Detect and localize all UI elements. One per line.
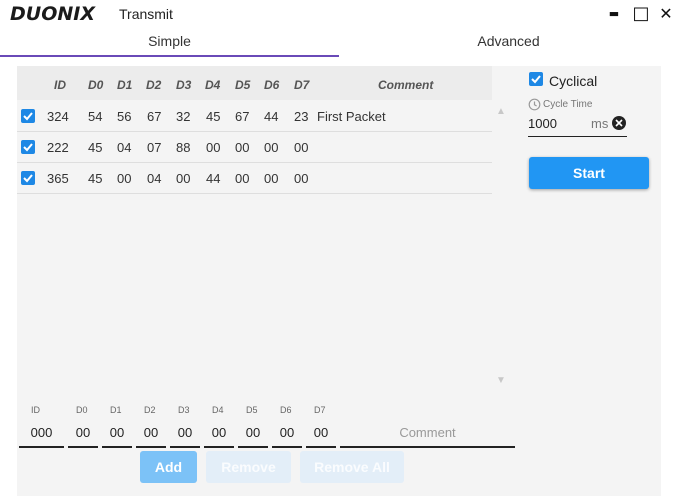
label-d7: D7 (314, 405, 326, 415)
cycle-time-unit: ms (591, 116, 609, 131)
cell-d1: 56 (117, 109, 132, 124)
cell-d4: 44 (206, 171, 221, 186)
d0-input[interactable]: 00 (68, 418, 98, 448)
clear-icon[interactable] (612, 116, 626, 130)
d1-input[interactable]: 00 (102, 418, 132, 448)
cell-d4: 45 (206, 109, 221, 124)
table-row[interactable]: 222 45 04 07 88 00 00 00 00 (17, 132, 492, 163)
tab-simple[interactable]: Simple (0, 28, 339, 58)
add-button[interactable]: Add (140, 451, 197, 483)
cell-d2: 07 (147, 140, 162, 155)
cell-d3: 88 (176, 140, 191, 155)
d7-input[interactable]: 00 (306, 418, 336, 448)
cell-d7: 00 (294, 140, 309, 155)
tab-bar: Simple Advanced (0, 28, 678, 58)
remove-button[interactable]: Remove (206, 451, 291, 483)
label-d3: D3 (178, 405, 190, 415)
cell-d5: 00 (235, 140, 250, 155)
main-area: ID D0 D1 D2 D3 D4 D5 D6 D7 Comment 324 5… (0, 58, 678, 502)
column-header-d4: D4 (205, 78, 221, 92)
cell-d6: 00 (264, 140, 279, 155)
title-bar: DUONIX Transmit ▬ □ ✕ (0, 0, 678, 28)
cycle-time-value[interactable]: 1000 (528, 116, 557, 131)
column-header-d6: D6 (264, 78, 280, 92)
app-logo: DUONIX (10, 3, 95, 25)
cell-id: 324 (47, 109, 69, 124)
cell-d4: 00 (206, 140, 221, 155)
row-checkbox[interactable] (21, 171, 35, 185)
tab-advanced[interactable]: Advanced (339, 28, 678, 58)
remove-all-button[interactable]: Remove All (300, 451, 404, 483)
cell-d5: 67 (235, 109, 250, 124)
label-d5: D5 (246, 405, 258, 415)
window-title: Transmit (119, 6, 173, 22)
checkmark-icon (23, 112, 33, 121)
label-d0: D0 (76, 405, 88, 415)
cell-d7: 23 (294, 109, 309, 124)
d4-input[interactable]: 00 (204, 418, 234, 448)
cycle-time-label: Cycle Time (543, 99, 593, 110)
scroll-up-arrow-icon[interactable]: ▲ (495, 106, 507, 118)
close-button[interactable]: ✕ (656, 4, 676, 24)
checkmark-icon (23, 143, 33, 152)
d3-input[interactable]: 00 (170, 418, 200, 448)
id-input[interactable]: 000 (19, 418, 64, 448)
minimize-button[interactable]: ▬ (604, 4, 624, 24)
cell-d0: 45 (88, 171, 103, 186)
d5-input[interactable]: 00 (238, 418, 268, 448)
cell-d6: 44 (264, 109, 279, 124)
table-row[interactable]: 324 54 56 67 32 45 67 44 23 First Packet (17, 101, 492, 132)
table-header: ID D0 D1 D2 D3 D4 D5 D6 D7 Comment (17, 66, 492, 100)
d2-input[interactable]: 00 (136, 418, 166, 448)
column-header-comment: Comment (378, 78, 434, 92)
row-checkbox[interactable] (21, 140, 35, 154)
cell-comment: First Packet (317, 109, 386, 124)
column-header-d0: D0 (88, 78, 104, 92)
cell-d6: 00 (264, 171, 279, 186)
cell-d0: 54 (88, 109, 103, 124)
cell-id: 365 (47, 171, 69, 186)
scroll-down-arrow-icon[interactable]: ▼ (495, 375, 507, 387)
start-button[interactable]: Start (529, 157, 649, 189)
clock-icon (528, 98, 541, 111)
column-header-id: ID (54, 78, 66, 92)
checkmark-icon (23, 174, 33, 183)
cell-d0: 45 (88, 140, 103, 155)
label-d6: D6 (280, 405, 292, 415)
cell-id: 222 (47, 140, 69, 155)
cell-d1: 04 (117, 140, 132, 155)
active-tab-indicator (0, 55, 339, 57)
comment-input[interactable]: Comment (340, 418, 515, 448)
column-header-d7: D7 (294, 78, 310, 92)
label-d1: D1 (110, 405, 122, 415)
row-checkbox[interactable] (21, 109, 35, 123)
cell-d3: 32 (176, 109, 191, 124)
label-id: ID (31, 405, 40, 415)
maximize-button[interactable]: □ (631, 4, 651, 24)
cell-d3: 00 (176, 171, 191, 186)
checkmark-icon (531, 75, 541, 84)
transmit-panel: ID D0 D1 D2 D3 D4 D5 D6 D7 Comment 324 5… (17, 66, 661, 496)
label-d2: D2 (144, 405, 156, 415)
column-header-d1: D1 (117, 78, 133, 92)
cell-d2: 04 (147, 171, 162, 186)
cell-d1: 00 (117, 171, 132, 186)
column-header-d3: D3 (176, 78, 192, 92)
cell-d5: 00 (235, 171, 250, 186)
cell-d7: 00 (294, 171, 309, 186)
cell-d2: 67 (147, 109, 162, 124)
table-row[interactable]: 365 45 00 04 00 44 00 00 00 (17, 163, 492, 194)
column-header-d5: D5 (235, 78, 251, 92)
label-d4: D4 (212, 405, 224, 415)
d6-input[interactable]: 00 (272, 418, 302, 448)
cyclical-label: Cyclical (549, 73, 598, 89)
cycle-time-field[interactable]: 1000 ms (528, 113, 627, 137)
column-header-d2: D2 (146, 78, 162, 92)
cyclical-checkbox[interactable] (529, 72, 543, 86)
